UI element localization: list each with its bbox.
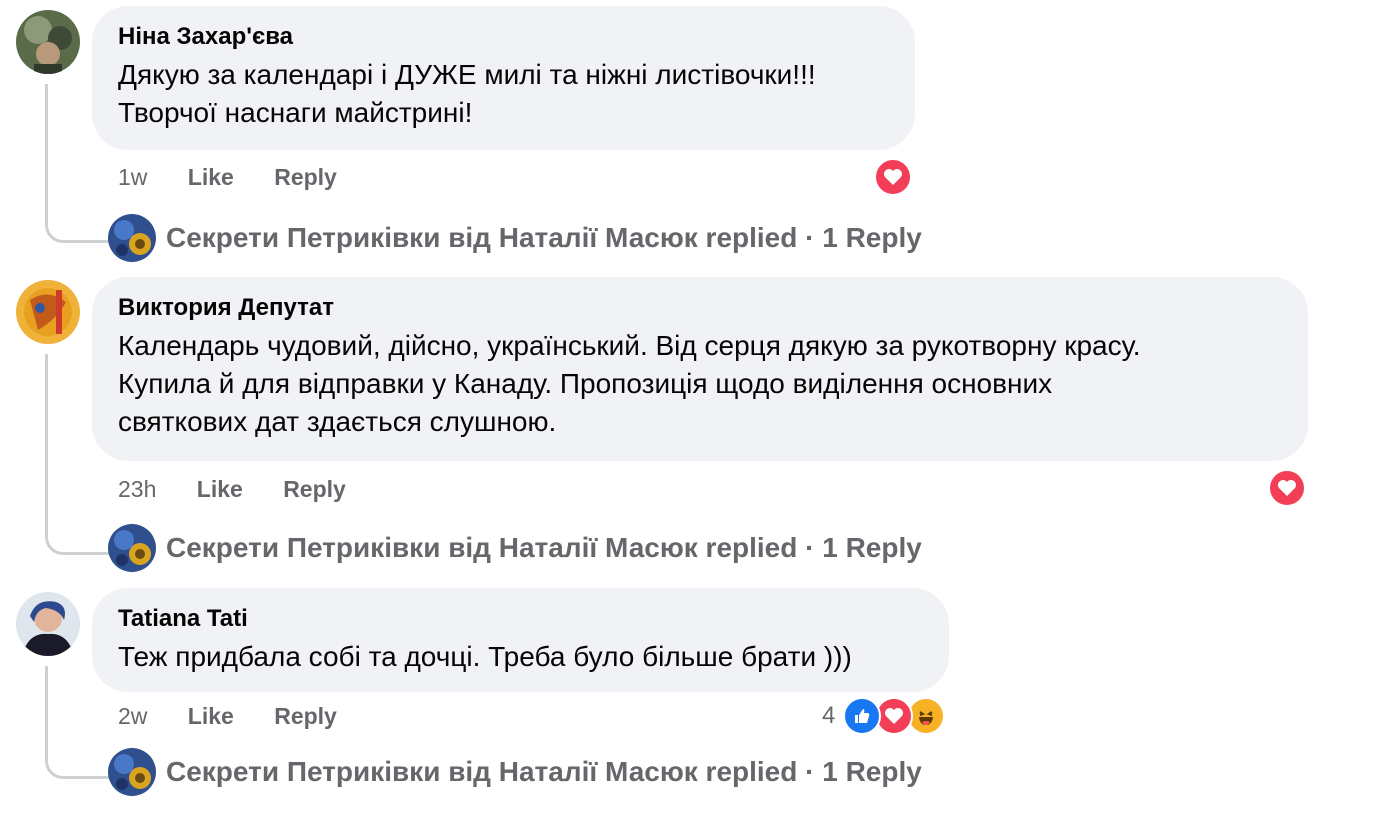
haha-reaction-icon	[907, 697, 946, 735]
reply-button[interactable]: Reply	[274, 703, 337, 729]
love-reaction-icon	[875, 697, 914, 735]
comment-text-line: Календарь чудовий, дійсно, український. …	[118, 330, 1141, 361]
comment-timestamp[interactable]: 1w	[118, 164, 147, 190]
page-avatar	[108, 214, 156, 262]
like-button[interactable]: Like	[197, 476, 243, 502]
thread-line	[45, 84, 48, 212]
comment-actions: 23h Like Reply	[118, 476, 380, 503]
comment-timestamp[interactable]: 23h	[118, 476, 156, 502]
comment-actions: 1w Like Reply	[118, 164, 371, 191]
comment-timestamp[interactable]: 2w	[118, 703, 147, 729]
comment-author[interactable]: Ніна Захар'єва	[118, 22, 889, 52]
avatar[interactable]	[16, 280, 80, 344]
comment-text-line: Дякую за календарі і ДУЖЕ милі та ніжні …	[118, 59, 816, 90]
comment-bubble: Ніна Захар'єва Дякую за календарі і ДУЖЕ…	[92, 6, 915, 150]
reaction-summary[interactable]	[1268, 469, 1306, 507]
reply-button[interactable]: Reply	[283, 476, 346, 502]
comment-bubble: Tatiana Tati Теж придбала собі та дочці.…	[92, 588, 949, 692]
page-avatar	[108, 524, 156, 572]
page-avatar	[108, 748, 156, 796]
love-reaction-icon	[1268, 469, 1306, 507]
avatar[interactable]	[16, 592, 80, 656]
comment-text-line: Творчої наснаги майстрині!	[118, 97, 473, 128]
comment-actions: 2w Like Reply	[118, 703, 371, 730]
comment-text-line: Теж придбала собі та дочці. Треба було б…	[118, 641, 852, 672]
replied-text[interactable]: Секрети Петриківки від Наталії Масюк rep…	[166, 222, 922, 254]
comment-text-line: святкових дат здається слушною.	[118, 406, 557, 437]
view-replies-link[interactable]: Секрети Петриківки від Наталії Масюк rep…	[108, 214, 922, 262]
reaction-count: 4	[822, 702, 836, 729]
thread-connector	[45, 748, 110, 779]
love-reaction-icon	[874, 158, 912, 196]
thread-line	[45, 354, 48, 524]
comment-author[interactable]: Виктория Депутат	[118, 293, 1282, 323]
comment-author[interactable]: Tatiana Tati	[118, 604, 923, 634]
reaction-summary[interactable]	[874, 158, 912, 196]
reply-button[interactable]: Reply	[274, 164, 337, 190]
like-button[interactable]: Like	[188, 164, 234, 190]
comment-text-line: Купила й для відправки у Канаду. Пропози…	[118, 368, 1053, 399]
thread-connector	[45, 212, 110, 243]
view-replies-link[interactable]: Секрети Петриківки від Наталії Масюк rep…	[108, 748, 922, 796]
reaction-summary[interactable]: 4	[822, 697, 946, 735]
thread-connector	[45, 524, 110, 555]
thread-line	[45, 666, 48, 748]
replied-text[interactable]: Секрети Петриківки від Наталії Масюк rep…	[166, 532, 922, 564]
like-button[interactable]: Like	[188, 703, 234, 729]
comment-bubble: Виктория Депутат Календарь чудовий, дійс…	[92, 277, 1308, 461]
replied-text[interactable]: Секрети Петриківки від Наталії Масюк rep…	[166, 756, 922, 788]
view-replies-link[interactable]: Секрети Петриківки від Наталії Масюк rep…	[108, 524, 922, 572]
like-reaction-icon	[843, 697, 882, 735]
avatar[interactable]	[16, 10, 80, 74]
